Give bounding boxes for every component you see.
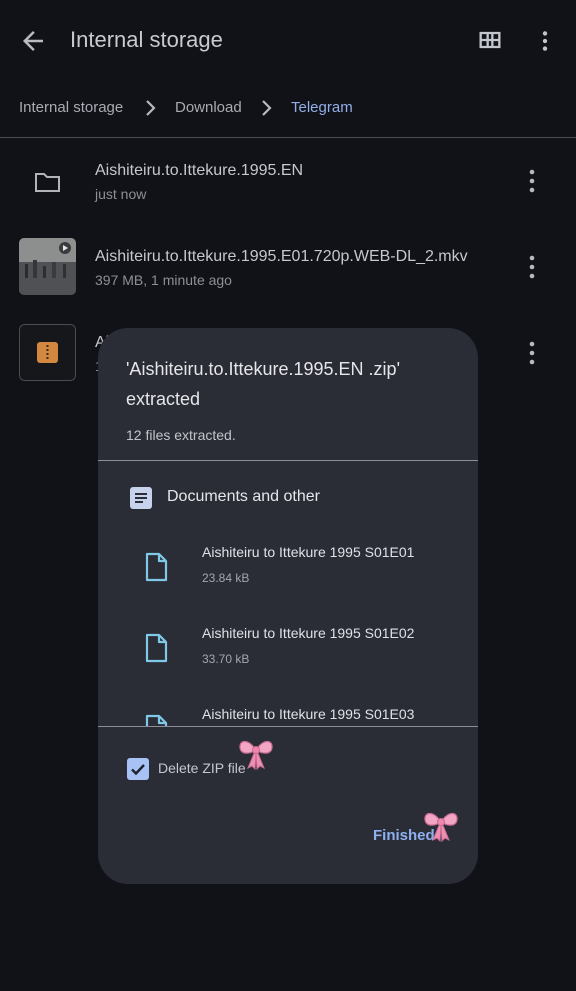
section-label: Documents and other (167, 488, 320, 505)
more-vert-icon[interactable] (522, 340, 542, 366)
delete-zip-label[interactable]: Delete ZIP file (158, 760, 246, 776)
extraction-dialog: 'Aishiteiru.to.Ittekure.1995.EN .zip' ex… (98, 328, 478, 884)
bow-sticker-icon (424, 812, 458, 843)
grid-view-icon[interactable] (476, 26, 504, 54)
chevron-right-icon (262, 100, 272, 116)
file-name: Aishiteiru to Ittekure 1995 S01E02 (202, 625, 415, 641)
file-name: Aishiteiru to Ittekure 1995 S01E03 (202, 706, 415, 722)
list-item[interactable]: Aishiteiru to Ittekure 1995 S01E01 23.84… (98, 544, 478, 624)
app-bar: Internal storage (0, 0, 576, 80)
file-row-video[interactable]: Aishiteiru.to.Ittekure.1995.E01.720p.WEB… (0, 226, 576, 312)
divider (0, 137, 576, 138)
file-name: Aishiteiru.to.Ittekure.1995.E01.720p.WEB… (95, 248, 468, 265)
dialog-title: 'Aishiteiru.to.Ittekure.1995.EN .zip' ex… (126, 359, 401, 409)
list-item[interactable]: Aishiteiru to Ittekure 1995 S01E03 (98, 706, 478, 726)
file-meta: just now (95, 186, 147, 202)
video-thumbnail (19, 238, 76, 295)
file-icon (145, 714, 168, 726)
folder-icon (35, 173, 60, 192)
file-size: 23.84 kB (202, 571, 250, 585)
bow-sticker-icon (239, 740, 273, 771)
extracted-files-list[interactable]: Aishiteiru to Ittekure 1995 S01E01 23.84… (98, 528, 478, 726)
file-icon (145, 552, 168, 582)
divider (98, 460, 478, 461)
file-icon (145, 633, 168, 663)
breadcrumb-download[interactable]: Download (175, 99, 242, 116)
chevron-right-icon (146, 100, 156, 116)
more-vert-icon[interactable] (532, 26, 558, 56)
document-icon (130, 487, 152, 509)
breadcrumb: Internal storage Download Telegram (0, 88, 576, 128)
breadcrumb-internal-storage[interactable]: Internal storage (19, 99, 123, 116)
more-vert-icon[interactable] (522, 168, 542, 194)
delete-zip-checkbox[interactable] (127, 758, 149, 780)
file-row-folder[interactable]: Aishiteiru.to.Ittekure.1995.EN just now (0, 140, 576, 226)
check-icon (131, 764, 145, 776)
arrow-left-icon[interactable] (18, 26, 48, 56)
file-name: Aishiteiru to Ittekure 1995 S01E01 (202, 544, 415, 560)
file-meta: 397 MB, 1 minute ago (95, 272, 232, 288)
zip-archive-icon (19, 324, 76, 381)
page-title: Internal storage (70, 27, 223, 52)
list-item[interactable]: Aishiteiru to Ittekure 1995 S01E02 33.70… (98, 625, 478, 705)
breadcrumb-telegram[interactable]: Telegram (291, 99, 353, 116)
file-size: 33.70 kB (202, 652, 250, 666)
dialog-subtitle: 12 files extracted. (126, 427, 236, 443)
file-name: Aishiteiru.to.Ittekure.1995.EN (95, 162, 304, 179)
divider (98, 726, 478, 727)
more-vert-icon[interactable] (522, 254, 542, 280)
